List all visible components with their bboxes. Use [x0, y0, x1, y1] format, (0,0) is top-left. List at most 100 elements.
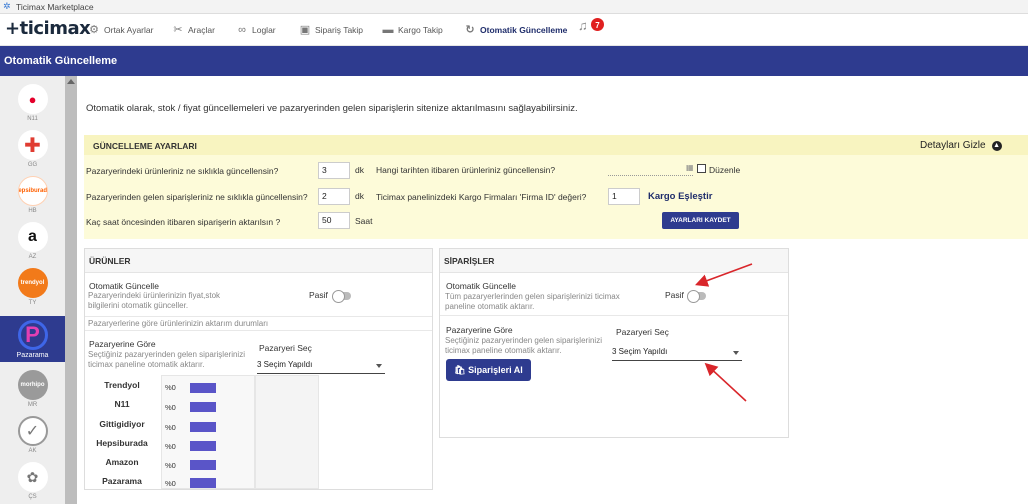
scroll-up-icon[interactable]	[67, 79, 75, 84]
truck-icon: ▬	[382, 24, 394, 36]
order-frequency-label: Pazaryerinden gelen siparişleriniz ne sı…	[86, 192, 308, 202]
products-status-caption: Pazaryerlerine göre ürünlerinizin aktarı…	[88, 319, 269, 328]
box-icon: ▣	[299, 24, 311, 36]
morhipo-logo: morhipo	[17, 370, 48, 400]
products-auto-update-desc: Pazaryerindeki ürünlerinizin fiyat,stok …	[88, 291, 221, 310]
products-by-market-desc: Seçtiğiniz pazaryerinden gelen siparişle…	[88, 350, 245, 369]
market-progress-bar	[190, 422, 216, 432]
market-name: Pazarama	[102, 476, 142, 486]
sidebar-item-cs[interactable]: ✿ ÇS	[0, 458, 65, 504]
market-progress-bar	[190, 460, 216, 470]
orders-by-market-title: Pazaryerine Göre	[446, 325, 513, 335]
ciceksepeti-icon: ✿	[17, 462, 48, 492]
window-titlebar: ✲ Ticimax Marketplace	[0, 0, 1028, 14]
order-frequency-unit: dk	[355, 191, 364, 201]
order-hours-label: Kaç saat öncesinden itibaren siparişerin…	[86, 217, 281, 227]
products-auto-update-toggle[interactable]	[332, 290, 351, 303]
chevron-up-icon: ▲	[991, 140, 1002, 151]
products-by-market-title: Pazaryerine Göre	[89, 339, 156, 349]
market-progress-bar	[190, 441, 216, 451]
orders-market-select-label: Pazaryeri Seç	[616, 327, 669, 337]
settings-panel: GÜNCELLEME AYARLARI Detayları Gizle ▲ Pa…	[84, 135, 1028, 239]
orders-panel-title: SİPARİŞLER	[440, 249, 788, 273]
orders-auto-update-desc: Tüm pazaryerlerinden gelen siparişlerini…	[445, 292, 620, 311]
market-pct: %0	[165, 403, 176, 412]
market-progress-bar	[190, 478, 216, 488]
shopping-bag-icon: 🛍	[454, 365, 469, 375]
cargo-firm-id-input[interactable]: 1	[608, 188, 640, 205]
nav-loglar[interactable]: ∞ Loglar	[236, 24, 276, 36]
product-frequency-unit: dk	[355, 165, 364, 175]
products-auto-update-title: Otomatik Güncelle	[89, 281, 159, 291]
cargo-match-link[interactable]: Kargo Eşleştir	[648, 191, 712, 202]
market-pct: %0	[165, 383, 176, 392]
binoculars-icon: ∞	[238, 24, 246, 36]
settings-header: GÜNCELLEME AYARLARI Detayları Gizle ▲	[84, 135, 1028, 155]
page-intro: Otomatik olarak, stok / fiyat güncelleme…	[86, 103, 578, 114]
product-frequency-input[interactable]: 3	[318, 162, 350, 179]
products-market-select-label: Pazaryeri Seç	[259, 343, 312, 353]
nav-kargo-takip[interactable]: ▬ Kargo Takip	[382, 24, 443, 36]
sidebar-item-hb[interactable]: hepsiburada HB	[0, 172, 65, 218]
order-hours-unit: Saat	[355, 216, 373, 226]
products-panel-title: ÜRÜNLER	[85, 249, 432, 273]
sidebar-scrollbar[interactable]	[65, 76, 77, 504]
hide-details-toggle[interactable]: Detayları Gizle ▲	[920, 140, 1002, 151]
market-pct: %0	[165, 479, 176, 488]
save-settings-button[interactable]: AYARLARI KAYDET	[662, 212, 739, 229]
chevron-down-icon	[376, 364, 382, 368]
orders-market-select[interactable]: 3 Seçim Yapıldı	[612, 347, 742, 361]
orders-panel: SİPARİŞLER Otomatik Güncelle Tüm pazarye…	[439, 248, 789, 438]
sidebar-item-n11[interactable]: ● N11	[0, 80, 65, 126]
window-title: Ticimax Marketplace	[16, 1, 94, 12]
sidebar-item-pazarama[interactable]: P Pazarama	[0, 316, 65, 362]
products-status-text: Pasif	[309, 290, 328, 300]
order-frequency-input[interactable]: 2	[318, 188, 350, 205]
sidebar-item-ty[interactable]: trendyol TY	[0, 264, 65, 310]
divider	[85, 330, 432, 331]
notification-badge[interactable]: 7	[590, 17, 605, 32]
n11-logo: ●	[17, 84, 48, 114]
products-panel: ÜRÜNLER Otomatik Güncelle Pazaryerindeki…	[84, 248, 433, 490]
chevron-down-icon	[733, 351, 739, 355]
orders-by-market-desc: Seçtiğiniz pazaryerinden gelen siparişle…	[445, 336, 602, 355]
amazon-logo: a	[17, 222, 48, 252]
nav-otomatik-guncelleme[interactable]: ↻ Otomatik Güncelleme	[464, 24, 567, 36]
orders-auto-update-toggle[interactable]	[687, 290, 706, 303]
orders-auto-update-title: Otomatik Güncelle	[446, 281, 516, 291]
trendyol-logo: trendyol	[17, 268, 48, 298]
page-title: Otomatik Güncelleme	[0, 46, 1028, 76]
start-date-label: Hangi tarihten itibaren ürünleriniz günc…	[376, 165, 556, 175]
cargo-firm-id-label: Ticimax panelinizdeki Kargo Firmaları 'F…	[376, 192, 587, 202]
market-name: Gittigidiyor	[99, 419, 145, 429]
gg-logo: ✚	[17, 130, 48, 160]
market-name: Hepsiburada	[96, 438, 148, 448]
divider	[440, 315, 788, 316]
calendar-icon[interactable]: ▦	[686, 163, 694, 172]
fetch-orders-button[interactable]: 🛍 Siparişleri Al	[446, 359, 531, 381]
nav-ortak-ayarlar[interactable]: ⚙ Ortak Ayarlar	[88, 24, 153, 36]
nav-siparis-takip[interactable]: ▣ Sipariş Takip	[299, 24, 363, 36]
divider	[85, 316, 432, 317]
market-progress-bar	[190, 383, 216, 393]
market-name: Trendyol	[104, 380, 140, 390]
sidebar-item-gg[interactable]: ✚ GG	[0, 126, 65, 172]
sync-icon: ↻	[465, 24, 475, 36]
market-progress-bar	[190, 402, 216, 412]
sidebar-item-az[interactable]: a AZ	[0, 218, 65, 264]
tools-icon: ✂	[173, 24, 183, 36]
products-market-select[interactable]: 3 Seçim Yapıldı	[257, 360, 385, 374]
product-frequency-label: Pazaryerindeki ürünleriniz ne sıklıkla g…	[86, 166, 279, 176]
start-date-input[interactable]	[608, 175, 693, 176]
order-hours-input[interactable]: 50	[318, 212, 350, 229]
edit-checkbox[interactable]	[697, 164, 706, 173]
nav-araclar[interactable]: ✂ Araçlar	[172, 24, 215, 36]
gear-icon: ⚙	[89, 24, 99, 36]
top-navbar: +ticimax ⚙ Ortak Ayarlar ✂ Araçlar ∞ Loglar…	[0, 14, 1028, 46]
market-name: N11	[114, 399, 130, 409]
sidebar-item-mr[interactable]: morhipo MR	[0, 366, 65, 412]
settings-title: GÜNCELLEME AYARLARI	[93, 141, 197, 151]
brand-logo[interactable]: +ticimax	[5, 18, 91, 39]
pazarama-logo: P	[17, 320, 48, 350]
sidebar-item-ak[interactable]: ✓ AK	[0, 412, 65, 458]
